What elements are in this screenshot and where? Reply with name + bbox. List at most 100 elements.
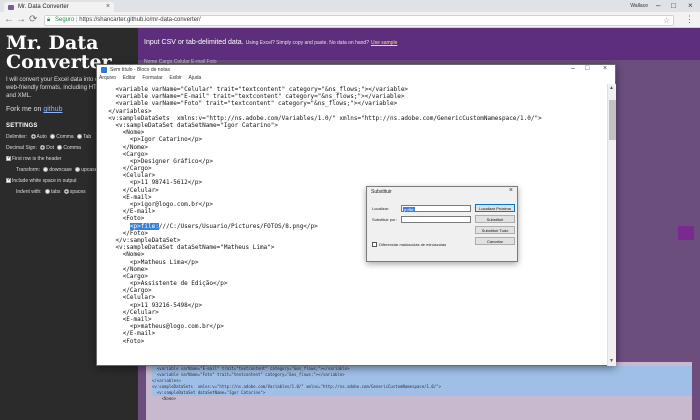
tab-close-icon[interactable]: × [106, 3, 110, 10]
notepad-line: <p>11 93216-5498</p> [101, 301, 203, 309]
notepad-line: <p>matheus@logo.com.br</p> [101, 323, 224, 331]
match-case-checkbox[interactable] [372, 242, 377, 248]
transform-downcase-radio[interactable] [43, 167, 49, 173]
menu-editar[interactable]: Editar [123, 75, 136, 81]
notepad-line: </Nome> [101, 265, 148, 273]
include-whitespace-label: Include white space in output [12, 178, 77, 184]
notepad-line: <v:sampleDataSets xmlns:v="http://ns.ado… [101, 114, 542, 122]
delimiter-label: Delimiter: [6, 134, 28, 140]
dialog-title: Substituir [371, 189, 392, 195]
fork-prefix: Fork me on [6, 106, 42, 113]
reload-button[interactable]: ⟳ [29, 14, 37, 25]
url-text: https://shancarter.github.io/mr-data-con… [79, 17, 201, 23]
transform-downcase-label: downcase [49, 167, 72, 173]
notepad-scrollbar[interactable]: ▲ ▼ [607, 84, 616, 366]
notepad-line: </variables> [101, 107, 152, 115]
find-input-value: p>file [403, 207, 415, 212]
delimiter-comma-radio[interactable] [50, 134, 56, 140]
window-minimize-button[interactable]: – [656, 1, 660, 10]
scroll-down-icon[interactable]: ▼ [609, 358, 614, 364]
forward-button[interactable]: → [16, 14, 26, 25]
notepad-title: Sem título - Bloco de notas [110, 67, 171, 73]
notepad-line: <Celular> [101, 172, 156, 180]
notepad-menubar: Arquivo Editar Formatar Exibir Ajuda [97, 75, 615, 84]
notepad-line: <v:sampleDataSet dataSetName="Igor Catar… [101, 121, 279, 129]
match-case-label: Diferenciar maiúsculas de minúsculas [379, 242, 447, 247]
notepad-line: <Foto> [101, 337, 145, 345]
tab-title: Mr. Data Converter [18, 4, 69, 10]
decimal-dot-label: Dot [46, 145, 55, 151]
replace-all-button[interactable]: Substituir Tudo [475, 226, 515, 234]
replace-label: Substituir por: [372, 217, 397, 222]
delimiter-auto-radio[interactable] [30, 134, 36, 140]
notepad-maximize-button[interactable]: □ [585, 65, 589, 72]
scrollbar-thumb[interactable] [609, 100, 616, 140]
browser-tab[interactable]: Mr. Data Converter × [4, 2, 114, 12]
notepad-line: <v:sampleDataSet dataSetName="Matheus Li… [101, 244, 275, 252]
indent-label: Indent with: [16, 189, 42, 195]
indent-spaces-label: spaces [69, 189, 86, 195]
first-row-header-checkbox[interactable]: ✓ [6, 156, 11, 162]
transform-upcase-radio[interactable] [75, 167, 81, 173]
browser-menu-icon[interactable]: ⋮ [685, 14, 694, 25]
back-button[interactable]: ← [4, 14, 14, 25]
notepad-line: <variable varName="E-mail" trait="textco… [101, 93, 405, 101]
window-close-button[interactable]: × [688, 1, 693, 10]
indent-tabs-radio[interactable] [44, 189, 50, 195]
input-subtitle: Using Excel? Simply copy and paste. No d… [245, 40, 369, 46]
profile-name[interactable]: Wallace [630, 3, 648, 9]
use-sample-link[interactable]: Use sample [371, 40, 397, 46]
replace-button[interactable]: Substituir [475, 215, 515, 223]
notepad-line: <p>Matheus Lima</p> [101, 258, 199, 266]
notepad-line: <p>11 98741-5612</p> [101, 179, 203, 187]
notepad-text-area[interactable]: <variable varName="Celular" trait="textc… [97, 84, 607, 366]
output-header-strip [678, 226, 694, 240]
notepad-close-button[interactable]: × [603, 65, 607, 72]
notepad-line: </Celular> [101, 186, 159, 194]
delimiter-tab-radio[interactable] [77, 134, 83, 140]
decimal-comma-radio[interactable] [57, 145, 63, 151]
notepad-titlebar[interactable]: Sem título - Bloco de notas – □ × [97, 65, 615, 75]
notepad-line: <p>Designer Gráfico</p> [101, 157, 213, 165]
delimiter-tab-label: Tab [83, 134, 92, 140]
notepad-line: <Nome> [101, 251, 145, 259]
github-link[interactable]: github [43, 106, 62, 113]
menu-ajuda[interactable]: Ajuda [189, 75, 202, 81]
url-input[interactable]: 🔒︎ Seguro | https://shancarter.github.io… [44, 15, 674, 26]
notepad-line: <p>Igor Catarino</p> [101, 136, 203, 144]
menu-exibir[interactable]: Exibir [169, 75, 182, 81]
find-input[interactable]: p>file [401, 205, 471, 212]
notepad-line: </Foto> [101, 229, 148, 237]
first-row-header-label: First row is the header [12, 156, 62, 162]
secure-label: Seguro [55, 17, 75, 23]
match-case-option[interactable]: Diferenciar maiúsculas de minúsculas [372, 242, 447, 248]
cancel-button[interactable]: Cancelar [475, 237, 515, 245]
bookmark-star-icon[interactable]: ☆ [663, 16, 670, 25]
transform-label: Transform: [16, 167, 40, 173]
menu-arquivo[interactable]: Arquivo [99, 75, 116, 81]
notepad-icon [101, 67, 107, 73]
notepad-line: <p>igor@logo.com.br</p> [101, 201, 213, 208]
notepad-line: </Celular> [101, 308, 159, 316]
dialog-close-icon[interactable]: × [509, 187, 513, 194]
decimal-dot-radio[interactable] [40, 145, 46, 151]
notepad-window: Sem título - Bloco de notas – □ × Arquiv… [96, 64, 616, 366]
input-header: Input CSV or tab-delimited data. Using E… [138, 28, 700, 60]
notepad-line: <variable varName="Foto" trait="textcont… [101, 100, 398, 108]
address-bar-row: ← → ⟳ 🔒︎ Seguro | https://shancarter.git… [0, 12, 700, 28]
scroll-up-icon[interactable]: ▲ [609, 85, 614, 91]
indent-spaces-radio[interactable] [63, 189, 69, 195]
include-whitespace-checkbox[interactable]: ✓ [6, 178, 11, 184]
find-next-button[interactable]: Localizar Próxima [475, 204, 515, 212]
notepad-line: <variable varName="Celular" trait="textc… [101, 86, 409, 93]
delimiter-comma-label: Comma [56, 134, 74, 140]
window-maximize-button[interactable]: □ [671, 1, 676, 10]
replace-input[interactable] [401, 216, 471, 223]
menu-formatar[interactable]: Formatar [142, 75, 162, 81]
notepad-minimize-button[interactable]: – [571, 65, 575, 72]
decimal-comma-label: Comma [63, 145, 81, 151]
output-textarea[interactable]: <variable varName="E-mail" trait="textco… [146, 362, 692, 420]
output-line: <Nome> [152, 396, 177, 401]
decimal-label: Decimal Sign: [6, 145, 37, 151]
notepad-line: <Cargo> [101, 272, 148, 280]
